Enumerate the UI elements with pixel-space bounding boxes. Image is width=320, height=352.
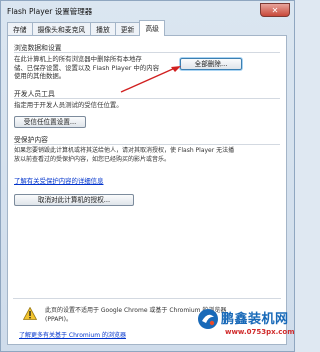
divider <box>14 144 280 145</box>
protected-desc-line1: 如果您要销毁此计算机或将其送给他人，请对其取消授权，使 Flash Player… <box>14 147 235 154</box>
tab-storage[interactable]: 存储 <box>7 22 33 36</box>
divider <box>14 52 280 53</box>
warning-icon <box>23 307 37 320</box>
tab-camera-mic[interactable]: 摄像头和麦克风 <box>31 22 92 36</box>
window-title: Flash Player 设置管理器 <box>7 6 93 16</box>
chromium-learn-more-link[interactable]: 了解更多有关基于 Chromium 的浏览器 <box>19 330 126 339</box>
close-icon: ✕ <box>271 6 279 15</box>
watermark-brand: 鹏鑫装机网 <box>221 312 289 327</box>
divider <box>14 98 280 99</box>
site-logo-icon <box>198 309 218 329</box>
browsing-desc-line1: 在此计算机上的所有浏览器中删除所有本地存 <box>14 55 142 63</box>
tab-playback[interactable]: 播放 <box>90 22 116 36</box>
close-button[interactable]: ✕ <box>260 3 290 17</box>
site-watermark: 鹏鑫装机网 www.0753px.com <box>197 306 295 352</box>
trusted-location-button[interactable]: 受信任位置设置... <box>14 116 86 128</box>
red-arrow-annotation <box>120 66 181 93</box>
watermark-url: www.0753px.com <box>225 328 295 336</box>
browsing-data-title: 浏览数据和设置 <box>14 44 62 52</box>
notice-line2: (PPAPI)。 <box>45 316 73 323</box>
protected-desc-line2: 放以前查看过的受保护内容，如您已经购买的影片或音乐。 <box>14 155 171 163</box>
developer-desc: 指定用于开发人员测试的受信任位置。 <box>14 101 123 109</box>
title-bar: Flash Player 设置管理器 ✕ <box>1 1 294 21</box>
protected-content-title: 受保护内容 <box>14 136 48 144</box>
tab-advanced[interactable]: 高级 <box>139 20 165 36</box>
tab-updates[interactable]: 更新 <box>114 22 141 36</box>
tab-bar: 存储 摄像头和麦克风 播放 更新 高级 <box>7 20 165 36</box>
deauthorize-computer-button[interactable]: 取消对此计算机的授权... <box>14 194 134 206</box>
developer-tools-title: 开发人员工具 <box>14 90 55 98</box>
browsing-desc-line3: 使用的其他数据。 <box>14 72 66 80</box>
settings-manager-window: Flash Player 设置管理器 ✕ 存储 摄像头和麦克风 播放 更新 高级… <box>0 0 295 352</box>
protected-content-learn-more-link[interactable]: 了解有关受保护内容的详细信息 <box>14 176 103 185</box>
